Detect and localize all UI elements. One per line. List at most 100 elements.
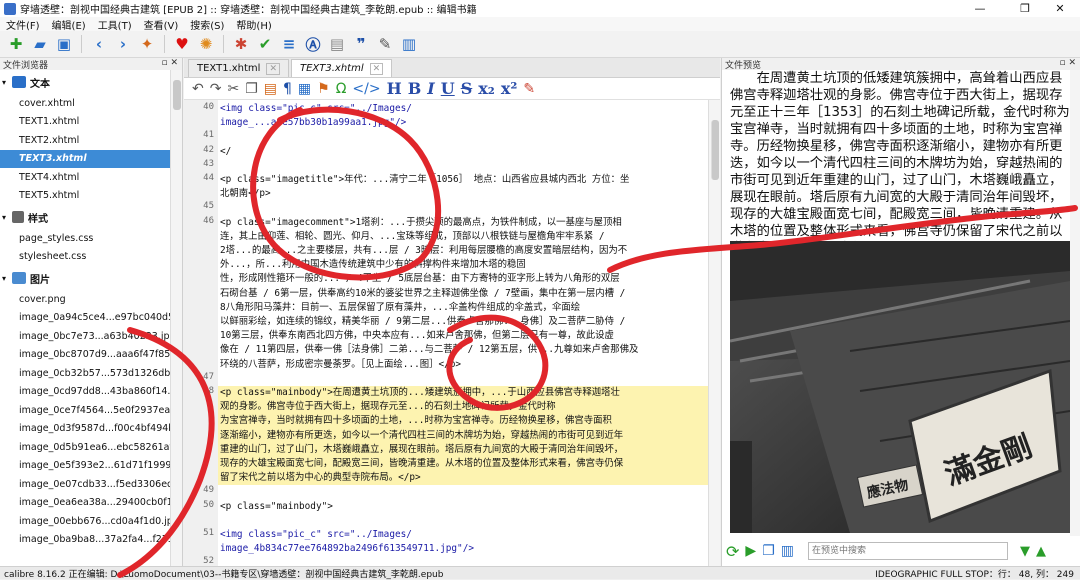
italic-icon[interactable]: I <box>427 79 434 98</box>
code-line[interactable]: image_...a9e57bb30b1a99aa1.jpg"/> <box>218 116 708 130</box>
image-item[interactable]: image_0bc7e73...a63b40223.jpg <box>0 327 170 346</box>
file-item[interactable]: TEXT1.xhtml <box>0 113 170 132</box>
code-line[interactable]: <p class="mainbody"> <box>218 500 708 514</box>
code-line[interactable]: 2塔...的最高...之主要楼层，共有...层 / 3暗层：利用每层腰檐的高度安… <box>218 244 708 258</box>
chevron-down-icon[interactable]: ▾ <box>2 213 12 222</box>
strikethrough-icon[interactable]: S <box>461 79 473 98</box>
file-item[interactable]: TEXT4.xhtml <box>0 168 170 187</box>
code-line[interactable]: <img class="pic_c" src="../Images/ <box>218 102 708 116</box>
file-item[interactable]: cover.xhtml <box>0 94 170 113</box>
code-line[interactable]: <p class="mainbody">在周遭黄土坑顶的...矮建筑簇拥中，..… <box>218 386 708 401</box>
image-item[interactable]: image_0bc8707d9...aaa6f47f856.jpg <box>0 346 170 365</box>
paste-icon[interactable]: ▤ <box>264 81 277 97</box>
image-item[interactable]: image_0cb32b57...573d1326db.jpg <box>0 364 170 383</box>
heart-icon[interactable]: ♥ <box>172 34 192 54</box>
code-line[interactable]: image_4b834c77ee764892ba2496f613549711.j… <box>218 542 708 556</box>
play-icon[interactable]: ▶ <box>745 543 756 559</box>
superscript-icon[interactable]: x² <box>501 79 518 98</box>
preview-search-input[interactable] <box>807 542 1008 560</box>
search-up-icon[interactable]: ▲ <box>1036 544 1046 559</box>
search-down-icon[interactable]: ▼ <box>1020 544 1030 559</box>
code-line[interactable]: 环绕的八菩萨，形成密宗曼荼罗。［见上面绘...图］</p> <box>218 358 708 372</box>
subscript-icon[interactable]: x₂ <box>478 79 495 98</box>
file-item[interactable]: TEXT2.xhtml <box>0 131 170 150</box>
image-item[interactable]: image_0e5f393e2...61d71f19998.jpg <box>0 457 170 476</box>
image-item[interactable]: image_00ebb676...cd0a4f1d0.jpg <box>0 512 170 531</box>
chevron-down-icon[interactable]: ▾ <box>2 78 12 87</box>
editor-scrollbar[interactable] <box>708 100 720 566</box>
code-line[interactable]: 性，形成刚性箍环一般的... / 4平坐 / 5底层台基：由下方寄特的亚字形上转… <box>218 272 708 286</box>
save-icon[interactable]: ▣ <box>54 34 74 54</box>
image-item[interactable]: image_0cd97dd8...43ba860f14.jpg <box>0 383 170 402</box>
menu-tools[interactable]: 工具(T) <box>92 17 138 32</box>
scroll-thumb[interactable] <box>173 80 181 110</box>
code-line[interactable]: 北朝南</p> <box>218 187 708 201</box>
code-line[interactable]: 连，其上由仰莲、相轮、圆光、仰月、...宝珠等组成，顶部以八根铁链与屋檐角牢牢系… <box>218 230 708 244</box>
code-line[interactable]: 石砌台基 / 6第一层，供奉高约10米的婆娑世界之主释迦佛坐像 / 7壁画，集中… <box>218 287 708 301</box>
reports-icon[interactable]: ≡ <box>279 34 299 54</box>
format-icon[interactable]: ¶ <box>283 81 292 97</box>
undo-icon[interactable]: ↶ <box>192 81 204 97</box>
heading-icon[interactable]: H <box>387 79 402 98</box>
cut-icon[interactable]: ✂ <box>227 81 239 97</box>
tab-text1[interactable]: TEXT1.xhtml ✕ <box>188 59 289 77</box>
code-line[interactable]: 现存的大雄宝殿面宽七间，配殿宽三间，皆晚清重建。从木塔的位置及整体形式来看，佛宫… <box>218 457 708 472</box>
chart-icon[interactable]: ▥ <box>399 34 419 54</box>
file-item[interactable]: stylesheet.css <box>0 248 170 267</box>
edit-icon[interactable]: ✎ <box>375 34 395 54</box>
redo-icon[interactable]: ↷ <box>210 81 222 97</box>
close-icon[interactable]: ✕ <box>1040 0 1080 17</box>
code-line[interactable]: <p class="imagetitle">年代：...清宁二年［1056］ 地… <box>218 173 708 187</box>
image-item[interactable]: cover.png <box>0 290 170 309</box>
menu-view[interactable]: 查看(V) <box>138 17 185 32</box>
preview-scrollbar[interactable] <box>1070 70 1080 536</box>
check-icon[interactable]: ✔ <box>255 34 275 54</box>
refresh-icon[interactable]: ⟳ <box>726 542 739 561</box>
image-item[interactable]: image_0e07cdb33...f5ed3306edf.jpg <box>0 475 170 494</box>
image-item[interactable]: image_0ba9ba8...37a2fa4...f2754.jpg <box>0 531 170 550</box>
code-line[interactable]: 留了宋代之前以塔为中心的典型寺院布局。</p> <box>218 471 708 486</box>
code-line[interactable]: 观的身影。佛宫寺位于西大街上，据现存元至...的石刻土地碑记所载，金代时称 <box>218 400 708 415</box>
color-icon[interactable]: ✎ <box>523 81 535 97</box>
underline-icon[interactable]: U <box>441 79 455 98</box>
new-file-icon[interactable]: ✚ <box>6 34 26 54</box>
copy-icon[interactable]: ❐ <box>762 543 775 559</box>
menu-help[interactable]: 帮助(H) <box>230 17 277 32</box>
spell-icon[interactable]: ▤ <box>327 34 347 54</box>
insert-image-icon[interactable]: ▦ <box>298 81 311 97</box>
code-line[interactable]: 为宝宫禅寺，当时就拥有四十多顷面的土地，...时称为宝宫禅寺。历经物换星移，佛宫… <box>218 414 708 429</box>
code-line[interactable]: </ <box>218 145 708 159</box>
open-folder-icon[interactable]: ▰ <box>30 34 50 54</box>
code-line[interactable]: 外...，所...利用中国木造传统建筑中少有的斜撑构件来增加木塔的稳固 <box>218 258 708 272</box>
bold-icon[interactable]: B <box>408 79 422 98</box>
folder-text[interactable]: ▾ 文本 <box>0 70 170 94</box>
panel-close-icon[interactable]: ▫ ✕ <box>161 58 178 68</box>
code-line[interactable]: 10第三层，供奉东南西北四方佛，中央本应有...如来卢舍那佛，但第二层已有一尊，… <box>218 329 708 343</box>
scroll-thumb[interactable] <box>711 120 719 180</box>
toc-icon[interactable]: Ⓐ <box>303 34 323 54</box>
settings-icon[interactable]: ✺ <box>196 34 216 54</box>
code-line[interactable]: 重建的山门，过了山门，木塔巍峨矗立，展现在眼前。塔后原有九间宽的大殿于清同治年间… <box>218 442 708 457</box>
split-icon[interactable]: ▥ <box>781 543 794 559</box>
tab-close-icon[interactable]: ✕ <box>369 62 384 75</box>
chevron-down-icon[interactable]: ▾ <box>2 274 12 283</box>
folder-images[interactable]: ▾ 图片 <box>0 266 170 290</box>
quote-icon[interactable]: ❞ <box>351 34 371 54</box>
copy-icon[interactable]: ❐ <box>245 81 258 97</box>
folder-styles[interactable]: ▾ 样式 <box>0 205 170 229</box>
minimize-icon[interactable]: — <box>960 0 1000 17</box>
image-item[interactable]: image_0ea6ea38a...29400cb0f1.jpg <box>0 494 170 513</box>
panel-close-icon[interactable]: ▫ ✕ <box>1059 58 1076 68</box>
tab-text3[interactable]: TEXT3.xhtml ✕ <box>291 59 393 77</box>
insert-link-icon[interactable]: ⚑ <box>317 81 330 97</box>
menu-edit[interactable]: 编辑(E) <box>46 17 92 32</box>
file-item[interactable]: page_styles.css <box>0 229 170 248</box>
code-area[interactable]: 40 <img class="pic_c" src="../Images/ima… <box>184 100 708 566</box>
file-item-selected[interactable]: TEXT3.xhtml <box>0 149 170 168</box>
code-line[interactable]: 以鲜丽彩绘，如连续的锦纹，精美华丽 / 9第二层...供奉卢舍那佛...身佛］及… <box>218 315 708 329</box>
image-item[interactable]: image_0a94c5ce4...e97bc040d5f.jpg <box>0 309 170 328</box>
code-line[interactable]: <p class="imagecomment">1塔刹：...于攒尖顶的最高点，… <box>218 216 708 230</box>
menu-search[interactable]: 搜索(S) <box>184 17 230 32</box>
menu-file[interactable]: 文件(F) <box>0 17 46 32</box>
forward-icon[interactable]: › <box>113 34 133 54</box>
